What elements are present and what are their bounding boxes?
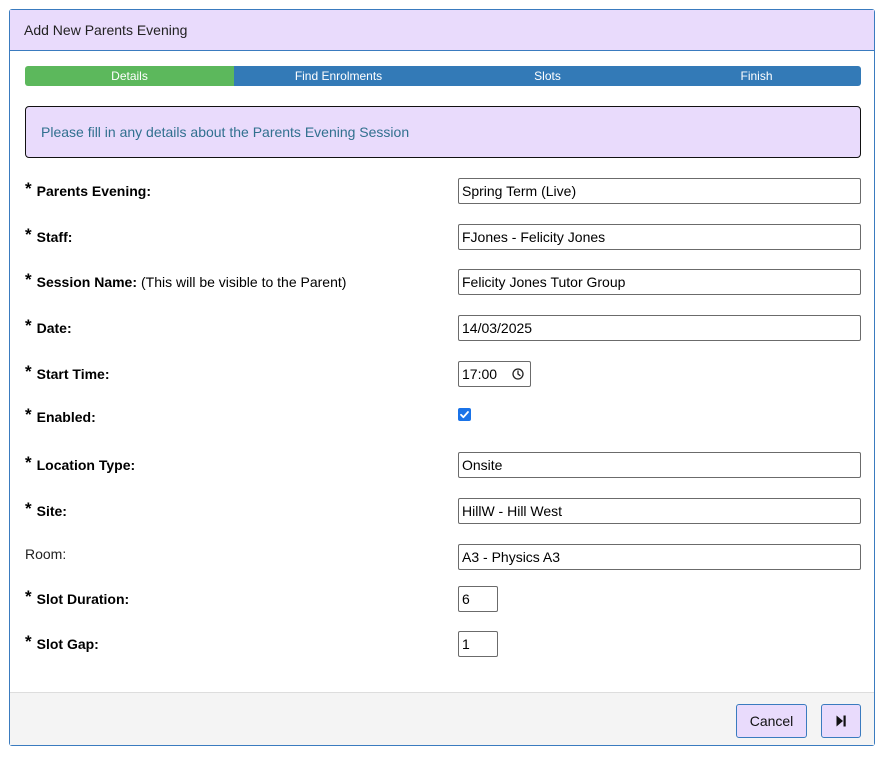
session-name-field[interactable] — [458, 269, 861, 295]
label-slot-duration: * Slot Duration: — [25, 587, 130, 607]
site-field[interactable] — [458, 498, 861, 524]
start-time-value: 17:00 — [462, 366, 498, 382]
clock-icon[interactable] — [512, 368, 524, 380]
label-location-type: * Location Type: — [25, 453, 136, 473]
required-marker: * — [25, 405, 32, 424]
step-slots[interactable]: Slots — [443, 66, 652, 86]
required-marker: * — [25, 453, 32, 472]
step-find-enrolments[interactable]: Find Enrolments — [234, 66, 443, 86]
wizard-steps: Details Find Enrolments Slots Finish — [25, 66, 861, 86]
required-marker: * — [25, 587, 32, 606]
skip-next-icon — [836, 715, 846, 727]
slot-duration-field[interactable] — [458, 586, 498, 612]
step-finish[interactable]: Finish — [652, 66, 861, 86]
dialog-title: Add New Parents Evening — [24, 22, 188, 38]
required-marker: * — [25, 632, 32, 651]
label-slot-gap: * Slot Gap: — [25, 632, 99, 652]
step-details[interactable]: Details — [25, 66, 234, 86]
session-name-note: (This will be visible to the Parent) — [141, 274, 347, 290]
enabled-checkbox[interactable] — [458, 408, 471, 421]
row-site: * Site: — [25, 498, 861, 524]
info-message: Please fill in any details about the Par… — [41, 124, 410, 140]
row-slot-gap: * Slot Gap: — [25, 631, 861, 657]
row-room: Room: — [25, 544, 861, 570]
date-field[interactable] — [458, 315, 861, 341]
dialog-header: Add New Parents Evening — [10, 10, 874, 51]
required-marker: * — [25, 225, 32, 244]
row-location-type: * Location Type: — [25, 452, 861, 478]
add-parents-evening-dialog: Add New Parents Evening Details Find Enr… — [9, 9, 875, 746]
label-room: Room: — [25, 546, 67, 562]
required-marker: * — [25, 270, 32, 289]
row-slot-duration: * Slot Duration: — [25, 586, 861, 612]
label-staff: * Staff: — [25, 225, 73, 245]
slot-gap-field[interactable] — [458, 631, 498, 657]
parents-evening-field[interactable] — [458, 178, 861, 204]
cancel-button[interactable]: Cancel — [736, 704, 807, 738]
row-session-name: * Session Name: (This will be visible to… — [25, 269, 861, 295]
row-start-time: * Start Time: 17:00 — [25, 361, 861, 387]
staff-field[interactable] — [458, 224, 861, 250]
label-date: * Date: — [25, 316, 72, 336]
label-parents-evening: * Parents Evening: — [25, 179, 151, 199]
row-date: * Date: — [25, 315, 861, 341]
room-field[interactable] — [458, 544, 861, 570]
label-site: * Site: — [25, 499, 67, 519]
required-marker: * — [25, 316, 32, 335]
start-time-field[interactable]: 17:00 — [458, 361, 531, 387]
row-staff: * Staff: — [25, 224, 861, 250]
label-enabled: * Enabled: — [25, 405, 96, 425]
required-marker: * — [25, 499, 32, 518]
location-type-field[interactable] — [458, 452, 861, 478]
checkmark-icon — [460, 411, 469, 419]
required-marker: * — [25, 179, 32, 198]
label-session-name: * Session Name: (This will be visible to… — [25, 270, 347, 290]
row-enabled: * Enabled: — [25, 405, 861, 433]
required-marker: * — [25, 362, 32, 381]
next-step-button[interactable] — [821, 704, 861, 738]
label-start-time: * Start Time: — [25, 362, 110, 382]
row-parents-evening: * Parents Evening: — [25, 178, 861, 204]
info-message-box: Please fill in any details about the Par… — [25, 106, 861, 158]
dialog-footer: Cancel — [10, 692, 874, 745]
